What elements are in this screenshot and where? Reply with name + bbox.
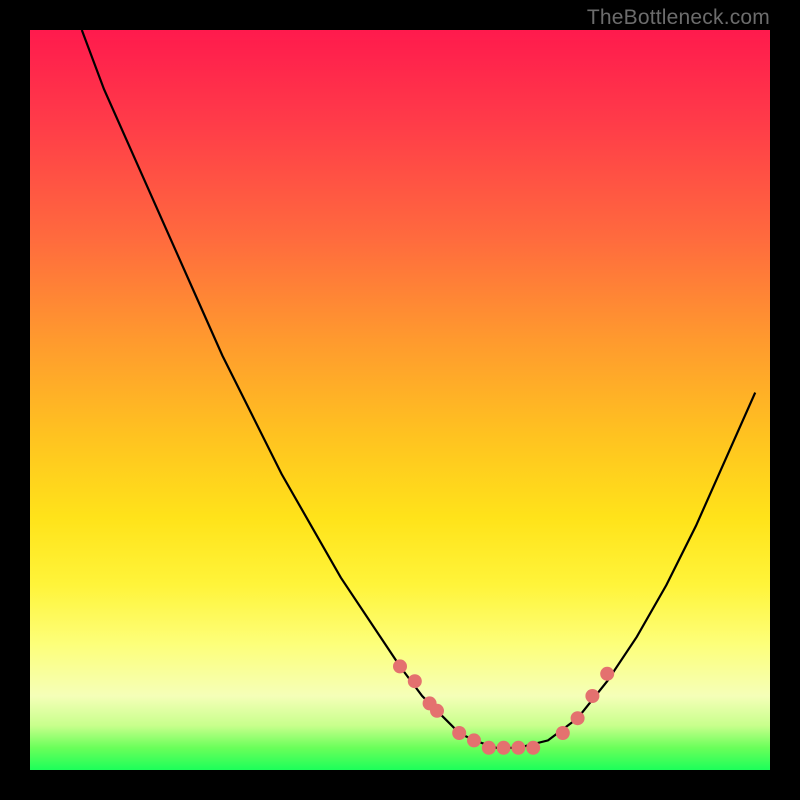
- highlight-point: [526, 741, 540, 755]
- highlight-points-group: [393, 659, 614, 754]
- highlight-point: [452, 726, 466, 740]
- highlight-point: [497, 741, 511, 755]
- highlight-point: [600, 667, 614, 681]
- highlight-point: [467, 733, 481, 747]
- bottleneck-curve-path: [82, 30, 755, 748]
- chart-frame: TheBottleneck.com: [0, 0, 800, 800]
- highlight-point: [393, 659, 407, 673]
- highlight-point: [430, 704, 444, 718]
- highlight-point: [571, 711, 585, 725]
- highlight-point: [585, 689, 599, 703]
- highlight-point: [556, 726, 570, 740]
- highlight-point: [408, 674, 422, 688]
- plot-area: [30, 30, 770, 770]
- watermark: TheBottleneck.com: [587, 6, 770, 30]
- chart-svg: [30, 30, 770, 770]
- highlight-point: [511, 741, 525, 755]
- highlight-point: [482, 741, 496, 755]
